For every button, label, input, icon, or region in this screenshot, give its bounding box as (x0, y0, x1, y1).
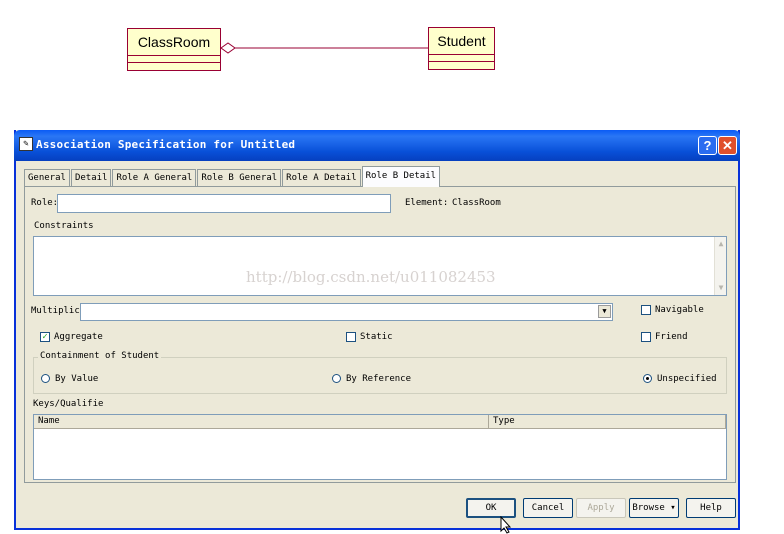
association-specification-dialog: ✎ Association Specification for Untitled… (14, 130, 740, 530)
by-value-label: By Value (55, 374, 99, 384)
help-title-button[interactable]: ? (698, 136, 717, 155)
aggregate-label: Aggregate (54, 332, 103, 342)
tab-role-b-detail[interactable]: Role B Detail (361, 166, 441, 187)
tab-strip: General Detail Role A General Role B Gen… (24, 166, 441, 187)
column-header-type[interactable]: Type (489, 415, 726, 429)
navigable-label: Navigable (655, 305, 704, 315)
containment-legend: Containment of Student (38, 351, 162, 361)
tab-role-b-general[interactable]: Role B General (197, 169, 282, 186)
scroll-down-icon[interactable]: ▼ (716, 283, 726, 293)
watermark: http://blog.csdn.net/u011082453 (246, 268, 496, 286)
constraints-label: Constraints (34, 221, 94, 231)
keys-qualifiers-list[interactable]: Name Type (33, 414, 727, 480)
aggregation-diamond-icon (220, 42, 236, 54)
mouse-cursor-icon (500, 516, 512, 534)
navigable-checkbox[interactable] (641, 305, 651, 315)
static-checkbox[interactable] (346, 332, 356, 342)
friend-checkbox[interactable] (641, 332, 651, 342)
tab-role-a-detail[interactable]: Role A Detail (282, 169, 361, 186)
static-label: Static (360, 332, 393, 342)
constraints-scrollbar[interactable]: ▲ ▼ (714, 237, 726, 295)
chevron-down-icon[interactable]: ▼ (598, 305, 611, 318)
friend-label: Friend (655, 332, 688, 342)
dialog-title: Association Specification for Untitled (36, 138, 296, 151)
by-reference-label: By Reference (346, 374, 412, 384)
role-label: Role: (31, 198, 59, 208)
element-value: ClassRoom (452, 198, 501, 208)
browse-button[interactable]: Browse ▾ (629, 498, 679, 518)
association-line[interactable] (0, 0, 784, 130)
cancel-button[interactable]: Cancel (523, 498, 573, 518)
constraints-textarea[interactable]: ▲ ▼ (33, 236, 727, 296)
keys-qualifiers-label: Keys/Qualifie (33, 399, 104, 409)
column-header-name[interactable]: Name (34, 415, 489, 429)
by-value-radio[interactable] (41, 374, 50, 383)
multiplicity-combobox[interactable]: ▼ (80, 303, 613, 321)
close-icon[interactable]: ✕ (718, 136, 737, 155)
containment-group: Containment of Student By Value By Refer… (33, 351, 727, 394)
aggregate-checkbox[interactable]: ✓ (40, 332, 50, 342)
ok-button[interactable]: OK (466, 498, 516, 518)
tab-general[interactable]: General (24, 169, 70, 186)
tab-detail[interactable]: Detail (70, 169, 112, 186)
tab-role-a-general[interactable]: Role A General (112, 169, 197, 186)
help-button[interactable]: Help (686, 498, 736, 518)
unspecified-radio[interactable] (643, 374, 652, 383)
by-reference-radio[interactable] (332, 374, 341, 383)
apply-button[interactable]: Apply (576, 498, 626, 518)
role-input[interactable] (57, 194, 391, 213)
scroll-up-icon[interactable]: ▲ (716, 239, 726, 249)
element-label: Element: (405, 198, 449, 208)
dialog-titlebar[interactable]: ✎ Association Specification for Untitled… (14, 130, 740, 161)
multiplicity-label: Multiplic (31, 306, 80, 316)
unspecified-label: Unspecified (657, 374, 717, 384)
role-b-detail-panel: Role: Element: ClassRoom Constraints ▲ ▼… (24, 186, 736, 483)
app-icon: ✎ (19, 137, 33, 151)
